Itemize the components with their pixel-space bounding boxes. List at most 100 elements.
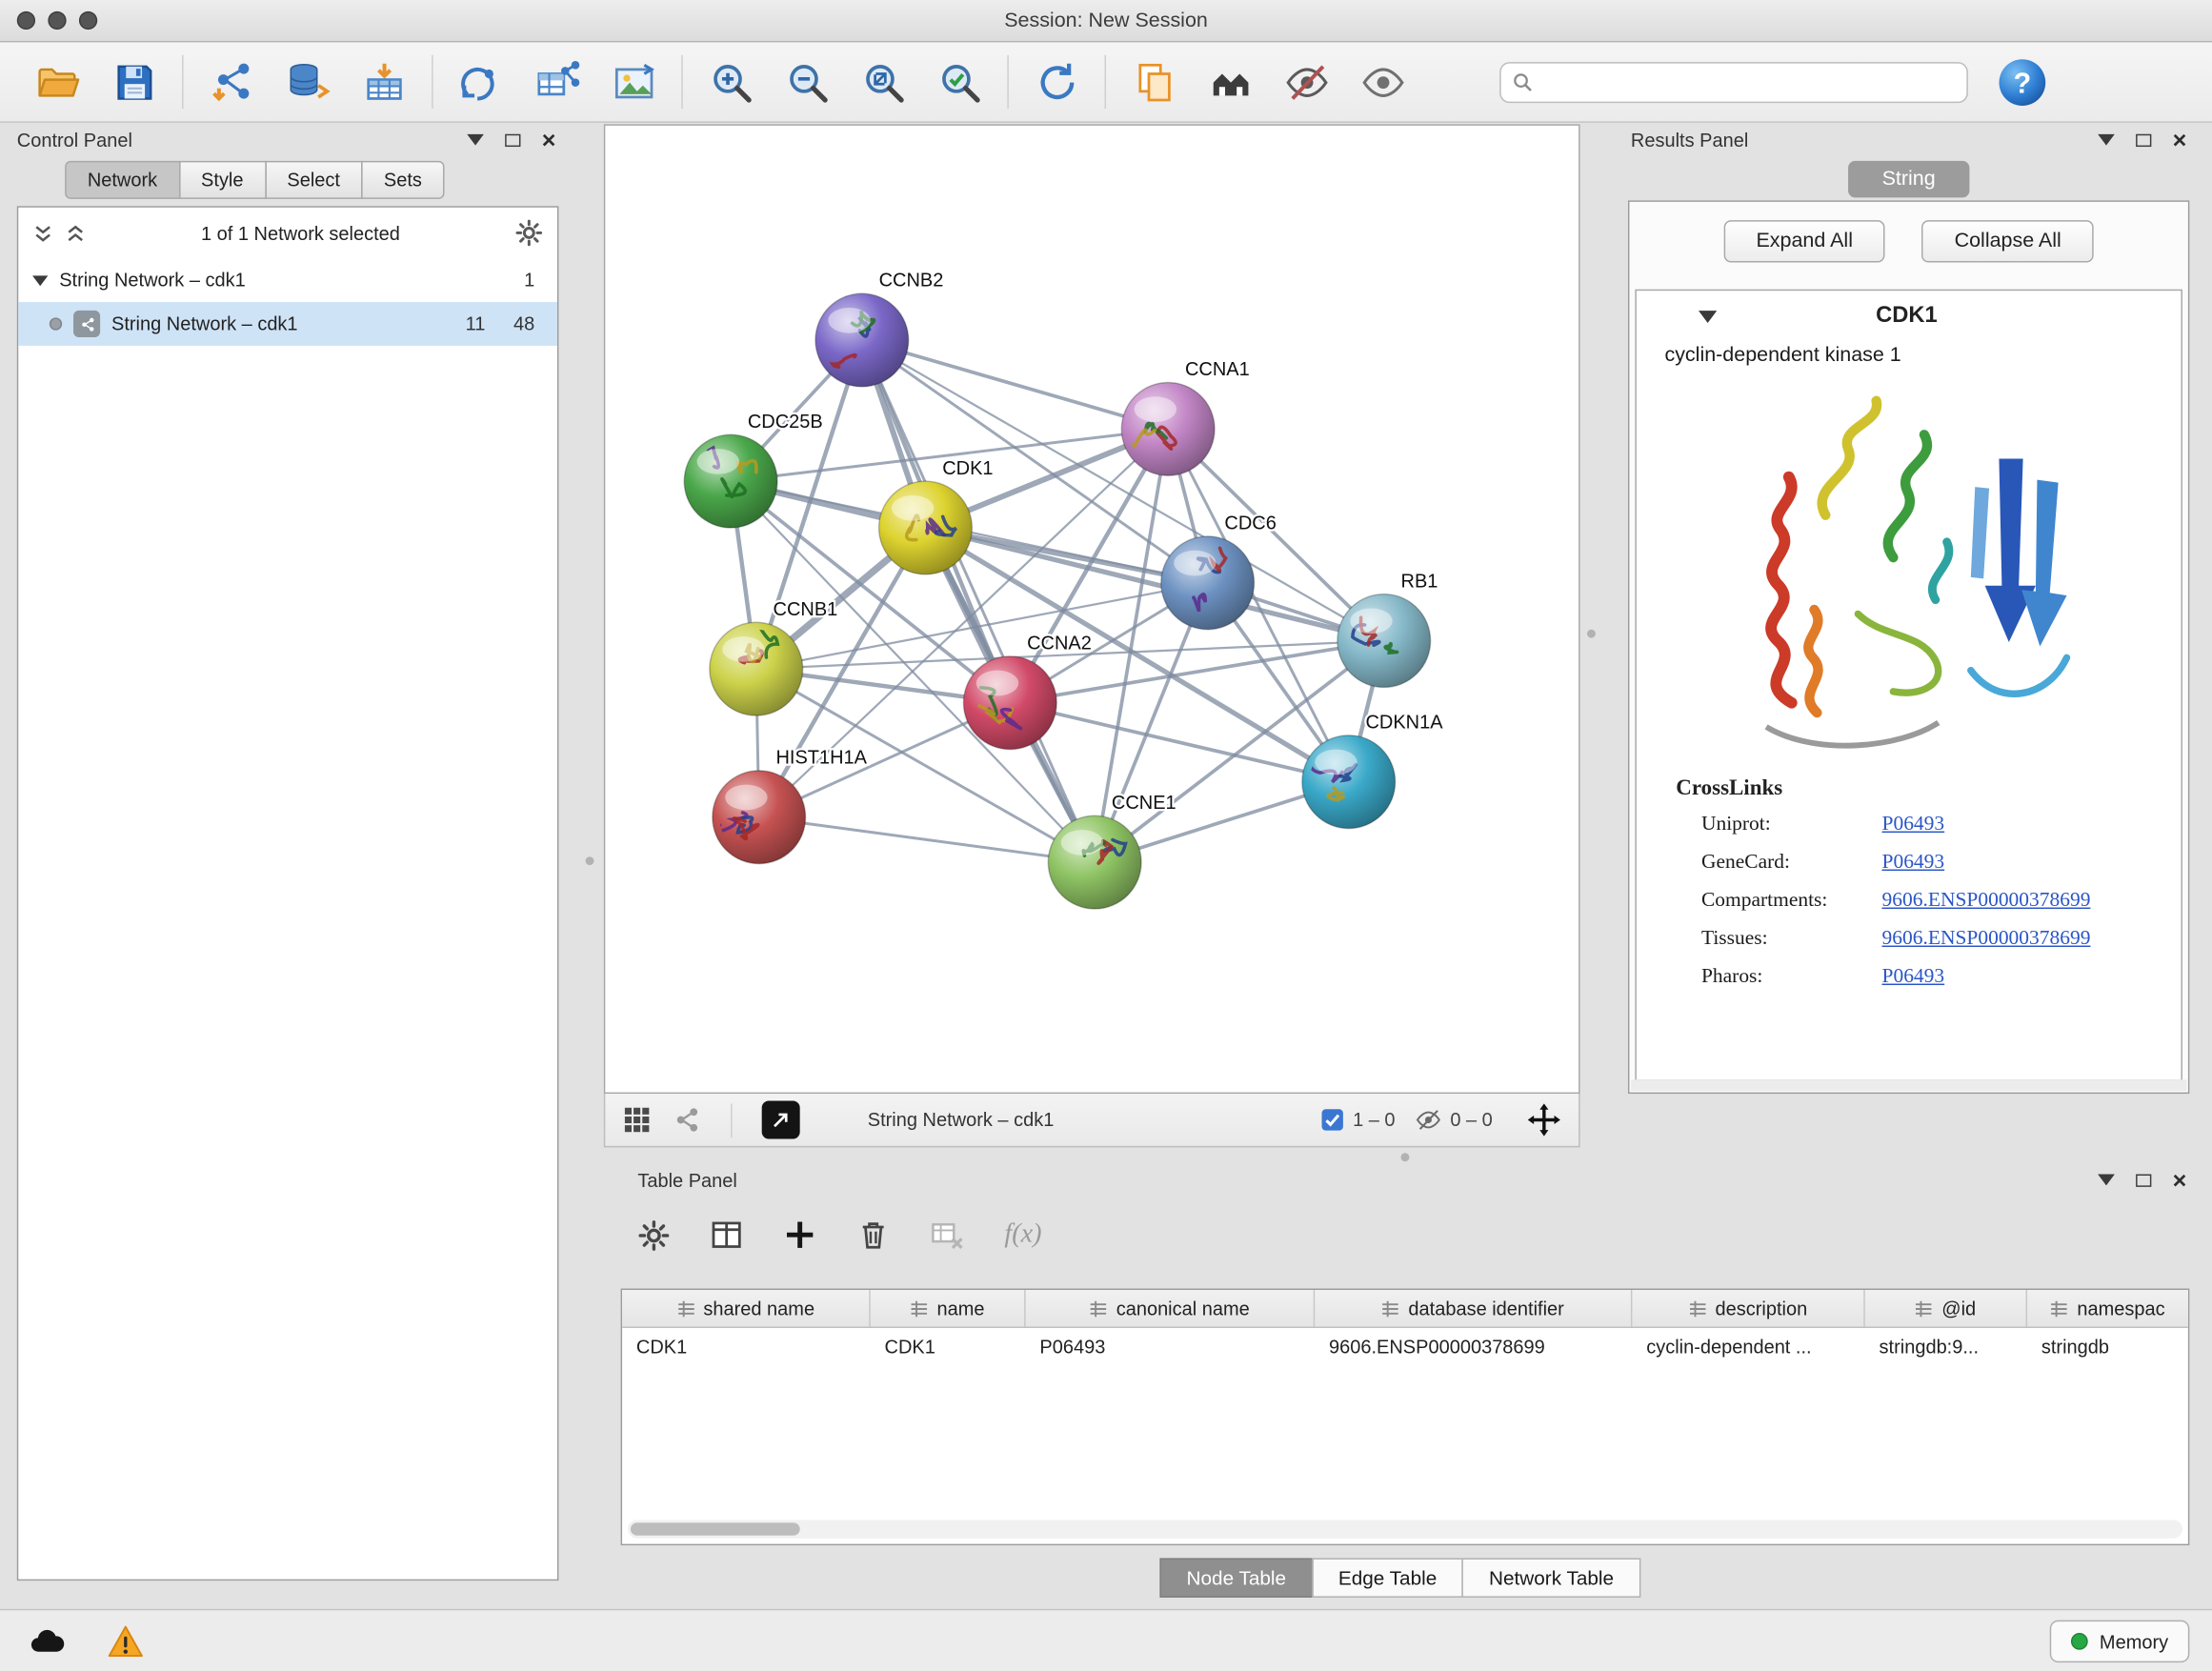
panel-menu-caret-icon[interactable] [2098,134,2115,146]
section-collapse-caret-icon[interactable] [1699,310,1717,322]
memory-button[interactable]: Memory [2050,1621,2189,1662]
tab-edge-table[interactable]: Edge Table [1312,1558,1464,1597]
hidden-eye-slash-icon[interactable] [1415,1106,1441,1133]
refresh-button[interactable] [1018,48,1095,115]
vertical-splitter-handle[interactable] [586,856,594,865]
panel-menu-caret-icon[interactable] [2098,1175,2115,1186]
crosslink-value-link[interactable]: P06493 [1882,965,2182,989]
table-settings-gear-icon[interactable] [637,1218,670,1251]
crosslink-value-link[interactable]: 9606.ENSP00000378699 [1882,927,2182,951]
tab-string[interactable]: String [1848,161,1969,198]
network-node-HIST1H1A[interactable]: HIST1H1A [713,747,868,863]
cloud-status-button[interactable] [20,1621,73,1662]
expand-all-button[interactable]: Expand All [1723,220,1885,262]
network-node-CDC25B[interactable]: CDC25B [684,412,822,528]
crosslink-value-link[interactable]: P06493 [1882,813,2182,836]
open-session-button[interactable] [20,48,96,115]
import-table-button[interactable] [346,48,422,115]
horizontal-splitter-handle[interactable] [1401,1153,1410,1161]
network-node-CCNA1[interactable]: CCNA1 [1121,359,1249,475]
float-panel-icon[interactable] [2136,133,2151,146]
network-edge[interactable] [1010,703,1348,782]
crosslink-value-link[interactable]: 9606.ENSP00000378699 [1882,889,2182,913]
clone-network-button[interactable] [443,48,519,115]
close-panel-icon[interactable]: × [2173,128,2187,151]
network-edge[interactable] [759,817,1095,862]
collapse-all-button[interactable]: Collapse All [1922,220,2094,262]
table-cell[interactable]: P06493 [1026,1328,1316,1366]
tab-select[interactable]: Select [265,161,363,199]
close-window-button[interactable] [17,11,35,30]
close-panel-icon[interactable]: × [542,128,556,151]
column-header-namespac[interactable]: namespac [2027,1290,2188,1327]
copy-pages-button[interactable] [1116,48,1192,115]
add-column-plus-icon[interactable] [783,1218,817,1252]
show-columns-icon[interactable] [710,1218,744,1252]
collapse-all-icon[interactable] [32,222,53,243]
results-scroll-strip[interactable] [1631,1079,2186,1091]
network-canvas[interactable]: CCNB2CCNA1CDC25BCDK1CDC6RB1CCNB1CCNA2CDK… [605,126,1579,1093]
pan-crosshair-icon[interactable] [1526,1102,1561,1137]
table-cell[interactable]: CDK1 [871,1328,1026,1366]
selected-checkbox-icon[interactable] [1320,1108,1344,1132]
scrollbar-thumb[interactable] [631,1522,800,1535]
warnings-button[interactable] [99,1621,152,1662]
minimize-window-button[interactable] [48,11,66,30]
graphics-details-off-button[interactable] [1268,48,1344,115]
network-overview-icon[interactable] [672,1105,701,1135]
graphics-details-on-button[interactable] [1344,48,1420,115]
import-network-database-button[interactable] [270,48,346,115]
table-cell[interactable]: cyclin-dependent ... [1632,1328,1864,1366]
column-header-description[interactable]: description [1632,1290,1864,1327]
network-node-RB1[interactable]: RB1 [1337,571,1438,687]
zoom-window-button[interactable] [79,11,97,30]
save-session-button[interactable] [96,48,172,115]
zoom-out-button[interactable] [769,48,845,115]
tab-network-table[interactable]: Network Table [1462,1558,1640,1597]
double-house-button[interactable] [1192,48,1268,115]
close-panel-icon[interactable]: × [2173,1168,2187,1192]
network-edge[interactable] [862,340,1095,862]
network-collection-row[interactable]: String Network – cdk1 1 [18,258,557,302]
table-cell[interactable]: CDK1 [622,1328,871,1366]
search-input[interactable] [1534,70,1956,93]
tab-style[interactable]: Style [178,161,266,199]
tree-expand-caret-icon[interactable] [32,274,48,286]
zoom-in-button[interactable] [693,48,769,115]
export-image-button[interactable] [595,48,672,115]
column-header-name[interactable]: name [871,1290,1026,1327]
grid-view-icon[interactable] [622,1105,652,1135]
column-header--id[interactable]: @id [1865,1290,2027,1327]
network-view[interactable]: CCNB2CCNA1CDC25BCDK1CDC6RB1CCNB1CCNA2CDK… [604,124,1580,1094]
network-from-table-button[interactable] [519,48,595,115]
window-controls[interactable] [17,11,97,30]
delete-column-trash-icon[interactable] [856,1218,891,1252]
zoom-fit-button[interactable] [845,48,921,115]
detach-view-button[interactable] [762,1100,800,1138]
search-box[interactable] [1499,61,1968,102]
protein-section-header[interactable]: CDK1 [1637,291,2182,341]
vertical-splitter-handle[interactable] [1587,630,1596,638]
gear-icon[interactable] [515,219,544,248]
table-horizontal-scrollbar[interactable] [628,1520,2182,1538]
column-header-shared-name[interactable]: shared name [622,1290,871,1327]
table-data-row[interactable]: CDK1CDK1P064939606.ENSP00000378699cyclin… [622,1328,2188,1366]
panel-menu-caret-icon[interactable] [467,134,484,146]
network-node-CCNB2[interactable]: CCNB2 [815,271,943,387]
column-header-database-identifier[interactable]: database identifier [1315,1290,1632,1327]
help-button[interactable]: ? [1996,56,2048,109]
crosslink-value-link[interactable]: P06493 [1882,851,2182,875]
tab-sets[interactable]: Sets [361,161,444,199]
float-panel-icon[interactable] [505,133,520,146]
expand-all-icon[interactable] [65,222,86,243]
table-cell[interactable]: 9606.ENSP00000378699 [1315,1328,1632,1366]
network-row[interactable]: String Network – cdk1 11 48 [18,302,557,346]
import-network-file-button[interactable] [193,48,270,115]
network-edge[interactable] [862,340,1168,429]
tab-network[interactable]: Network [65,161,180,199]
table-cell[interactable]: stringdb [2027,1328,2188,1366]
table-cell[interactable]: stringdb:9... [1865,1328,2027,1366]
zoom-selected-button[interactable] [921,48,997,115]
tab-node-table[interactable]: Node Table [1159,1558,1313,1597]
float-panel-icon[interactable] [2136,1174,2151,1186]
